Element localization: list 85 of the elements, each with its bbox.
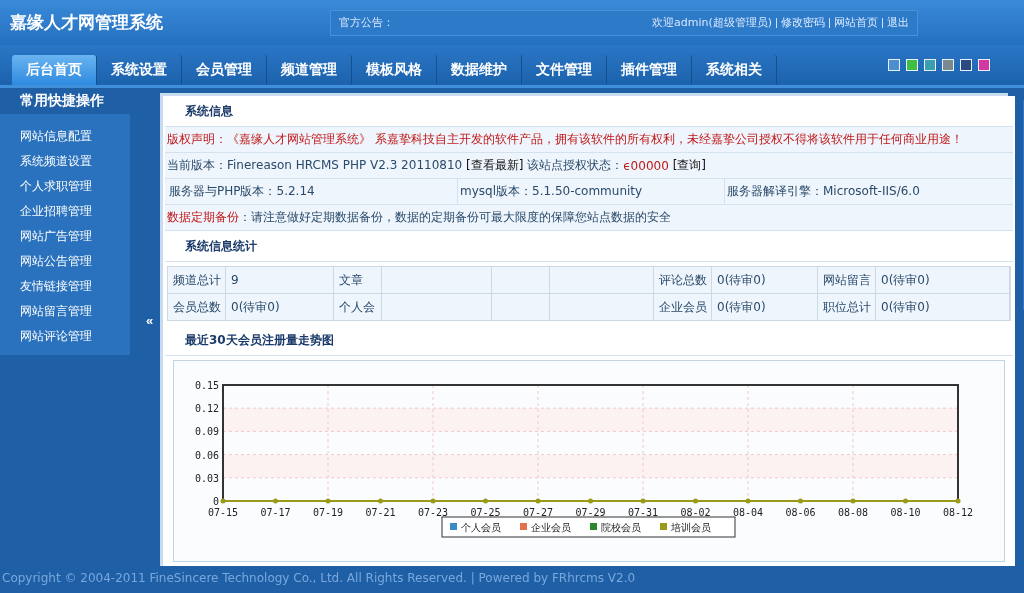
sidebar-link[interactable]: 系统频道设置 <box>0 149 130 174</box>
stat-cell: 评论总数 <box>654 267 712 294</box>
y-tick-label: 0.12 <box>194 403 219 415</box>
skin-swatch[interactable] <box>978 59 990 71</box>
y-tick-label: 0 <box>212 496 219 507</box>
legend-label: 个人会员 <box>461 522 501 533</box>
nav-tab[interactable]: 会员管理 <box>182 55 267 85</box>
header-link[interactable]: 网站首页 <box>834 15 878 30</box>
stat-cell: 个人会 <box>334 294 382 320</box>
copyright-notice: 版权声明：《嘉缘人才网站管理系统》 系嘉挚科技自主开发的软件产品，拥有该软件的所有权利，未经嘉挚公司授权不得将该软件用于任何商业用途！ <box>167 131 963 148</box>
x-tick-label: 07-15 <box>207 507 239 518</box>
sidebar-link[interactable]: 网站广告管理 <box>0 224 130 249</box>
x-tick-label: 08-12 <box>942 507 974 518</box>
stat-cell: 0(待审0) <box>226 294 334 320</box>
x-tick-label: 07-27 <box>522 507 554 518</box>
stat-cell: 频道总计 <box>168 267 226 294</box>
backup-text: ：请注意做好定期数据备份，数据的定期备份可最大限度的保障您站点数据的安全 <box>239 209 671 226</box>
notice-label: 官方公告： <box>339 15 394 30</box>
legend-label: 院校会员 <box>601 522 641 533</box>
nav-tab[interactable]: 模板风格 <box>352 55 437 85</box>
x-tick-label: 08-10 <box>890 507 921 518</box>
sidebar-link[interactable]: 网站信息配置 <box>0 124 130 149</box>
skin-swatch[interactable] <box>906 59 918 71</box>
sidebar-link[interactable]: 个人求职管理 <box>0 174 130 199</box>
stat-cell: 0(待审0) <box>712 267 818 294</box>
sidebar-link[interactable]: 网站公告管理 <box>0 249 130 274</box>
license-status: ϵ00000 <box>623 158 669 173</box>
skin-swatch[interactable] <box>942 59 954 71</box>
y-tick-label: 0.03 <box>194 472 219 484</box>
nav-tab[interactable]: 频道管理 <box>267 55 352 85</box>
y-tick-label: 0.09 <box>194 426 219 438</box>
x-tick-label: 07-17 <box>260 507 291 518</box>
stat-cell: 0(待审0) <box>712 294 818 320</box>
x-tick-label: 07-21 <box>365 507 396 518</box>
x-tick-label: 08-02 <box>680 507 711 518</box>
x-tick-label: 08-08 <box>837 507 869 518</box>
x-tick-label: 07-25 <box>470 507 501 518</box>
stat-cell: 9 <box>226 267 334 294</box>
nav-tab[interactable]: 系统相关 <box>692 55 777 85</box>
stat-cell: 0(待审0) <box>876 294 1010 320</box>
skin-swatch[interactable] <box>924 59 936 71</box>
stat-cell: 会员总数 <box>168 294 226 320</box>
sidebar-link[interactable]: 网站评论管理 <box>0 324 130 349</box>
header-link[interactable]: 修改密码 <box>781 15 825 30</box>
nav-tab[interactable]: 系统设置 <box>97 55 182 85</box>
app-title: 嘉缘人才网管理系统 <box>10 11 164 34</box>
backup-label: 数据定期备份 <box>167 209 239 226</box>
legend-label: 企业会员 <box>531 522 571 533</box>
sidebar-link[interactable]: 企业招聘管理 <box>0 199 130 224</box>
y-tick-label: 0.06 <box>194 449 219 461</box>
info-cell: 服务器与PHP版本：5.2.14 <box>167 179 458 204</box>
x-tick-label: 08-06 <box>785 507 816 518</box>
skin-swatch[interactable] <box>888 59 900 71</box>
sidebar-title: 常用快捷操作 <box>19 91 105 110</box>
stat-cell: 企业会员 <box>654 294 712 320</box>
header-link[interactable]: 退出 <box>887 15 909 30</box>
stat-cell: 0(待审0) <box>876 267 1010 294</box>
x-tick-label: 07-29 <box>575 507 606 518</box>
sidebar-link[interactable]: 网站留言管理 <box>0 299 130 324</box>
x-tick-label: 07-23 <box>417 507 449 518</box>
nav-tab[interactable]: 插件管理 <box>607 55 692 85</box>
x-tick-label: 07-31 <box>627 507 659 518</box>
y-tick-label: 0.15 <box>194 380 219 391</box>
nav-tab[interactable]: 数据维护 <box>437 55 522 85</box>
version-text: 当前版本：Finereason HRCMS PHP V2.3 20110810 <box>167 157 463 174</box>
section-title: 最近30天会员注册量走势图 <box>165 325 1013 356</box>
legend-label: 培训会员 <box>670 522 711 533</box>
info-cell-text: 服务器解译引擎：Microsoft-IIS/6.0 <box>726 183 921 200</box>
copyright-footer: Copyright © 2004-2011 FineSincere Technology Co., Ltd. All Rights Reserved. | Powered by FRhrcms V2.0 <box>0 563 1024 593</box>
license-label: 该站点授权状态： <box>527 157 624 174</box>
welcome-text: 欢迎admin(超级管理员) <box>651 15 772 30</box>
nav-tab[interactable]: 文件管理 <box>522 55 607 85</box>
check-latest-link[interactable]: [查看最新] <box>466 157 524 174</box>
collapse-toggle[interactable]: « <box>146 313 154 328</box>
info-cell: mysql版本：5.1.50-community <box>458 179 725 204</box>
stat-cell: 网站留言 <box>818 267 876 294</box>
nav-tab[interactable]: 后台首页 <box>12 55 97 85</box>
stat-cell: 文章 <box>334 267 382 294</box>
stat-cell: 职位总计 <box>818 294 876 320</box>
sidebar-link[interactable]: 友情链接管理 <box>0 274 130 299</box>
section-title: 系统信息统计 <box>165 231 1013 262</box>
x-tick-label: 07-19 <box>312 507 344 518</box>
x-tick-label: 08-04 <box>732 507 764 518</box>
query-link[interactable]: [查询] <box>672 157 706 174</box>
skin-swatch[interactable] <box>960 59 972 71</box>
